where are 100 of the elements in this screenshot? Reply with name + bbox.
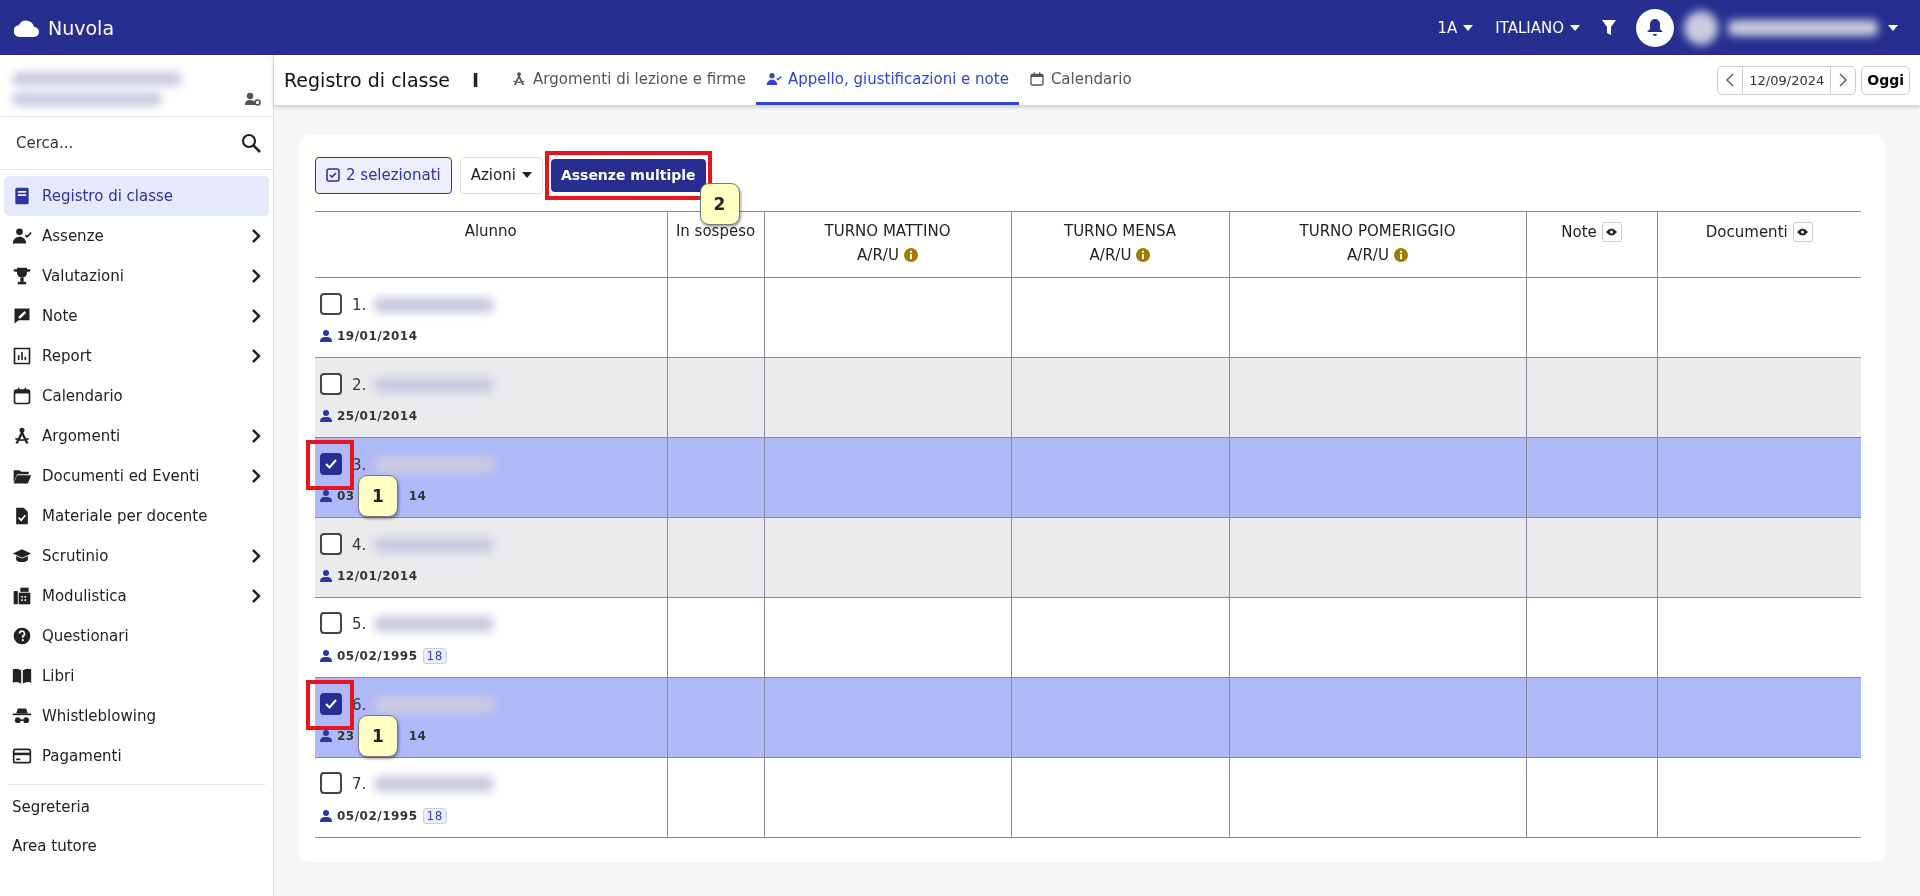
today-button[interactable]: Oggi	[1861, 65, 1910, 95]
column-header: In sospeso	[675, 222, 756, 240]
sidebar-item[interactable]: Note	[4, 296, 269, 336]
selection-button[interactable]: 2 selezionati	[315, 156, 452, 194]
person-icon	[320, 569, 332, 582]
row-checkbox[interactable]	[320, 452, 342, 475]
sidebar-item[interactable]: Calendario	[4, 376, 269, 416]
row-checkbox[interactable]	[320, 372, 342, 395]
column-subheader: A/R/U	[1089, 246, 1132, 264]
sidebar-item[interactable]: Materiale per docente	[4, 496, 269, 536]
row-checkbox[interactable]	[320, 692, 342, 715]
column-header: Note	[1561, 223, 1597, 241]
column-header: TURNO MENSA	[1063, 222, 1177, 240]
sidebar-item[interactable]: Report	[4, 336, 269, 376]
caret-icon	[1888, 24, 1898, 31]
birth-date: 23	[337, 728, 355, 743]
sidebar-link[interactable]: Area tutore	[8, 826, 265, 865]
sidebar-item[interactable]: Pagamenti	[4, 736, 269, 776]
person-icon	[320, 409, 332, 422]
row-checkbox[interactable]	[320, 771, 342, 794]
person-icon	[320, 329, 332, 342]
column-header: Alunno	[464, 222, 517, 240]
date-value: 12/09/2024	[1742, 66, 1832, 94]
info-icon[interactable]	[1136, 248, 1151, 262]
column-header: Documenti	[1705, 223, 1788, 241]
class-selector[interactable]: 1A	[1437, 18, 1474, 37]
chevron-right-icon	[251, 588, 261, 604]
user-check-icon	[765, 70, 782, 87]
actions-dropdown[interactable]: Azioni	[459, 156, 543, 194]
compass-icon	[511, 70, 528, 87]
caret-icon	[521, 172, 532, 178]
age-tag: 18	[422, 647, 447, 664]
birth-date: 19/01/2014	[337, 328, 418, 343]
chevron-right-icon	[251, 228, 261, 244]
chevron-right-icon	[251, 348, 261, 364]
chevron-right-icon	[251, 468, 261, 484]
sidebar-item-label: Whistleblowing	[42, 707, 157, 725]
row-checkbox[interactable]	[320, 292, 342, 315]
column-subheader: A/R/U	[1347, 246, 1389, 264]
sidebar-item-label: Assenze	[42, 227, 105, 245]
student-number: 7.	[352, 774, 367, 793]
eye-toggle[interactable]	[1601, 222, 1622, 242]
info-icon[interactable]	[1393, 248, 1408, 262]
sidebar-item[interactable]: Valutazioni	[4, 256, 269, 296]
row-checkbox[interactable]	[320, 611, 342, 634]
bell-icon	[1647, 18, 1663, 37]
sidebar-item[interactable]: Assenze	[4, 216, 269, 256]
notifications-button[interactable]	[1636, 8, 1674, 47]
chevron-right-icon	[251, 548, 261, 564]
sidebar-item-label: Questionari	[42, 627, 130, 645]
sidebar-item[interactable]: Questionari	[4, 616, 269, 656]
sidebar-item-label: Note	[42, 307, 79, 325]
sidebar-item[interactable]: Documenti ed Eventi	[4, 456, 269, 496]
title-separator: I	[472, 69, 480, 91]
caret-icon	[1463, 24, 1474, 31]
checkbox-icon	[326, 168, 340, 182]
language-selector[interactable]: ITALIANO	[1495, 18, 1580, 37]
student-number: 2.	[352, 375, 367, 394]
sidebar-item[interactable]: Whistleblowing	[4, 696, 269, 736]
sidebar-item-label: Modulistica	[42, 587, 128, 605]
row-checkbox[interactable]	[320, 532, 342, 555]
multiple-absences-button[interactable]: Assenze multiple	[550, 158, 706, 192]
step-marker: 1	[358, 474, 398, 517]
birth-date: 05/02/1995	[337, 808, 418, 823]
user-gear-icon[interactable]	[245, 92, 261, 106]
tab[interactable]: Appello, giustificazioni e note	[755, 55, 1019, 105]
eye-toggle[interactable]	[1792, 222, 1813, 242]
tab[interactable]: Calendario	[1018, 55, 1142, 105]
chevron-right-icon	[251, 268, 261, 284]
search-field[interactable]: Cerca...	[14, 133, 241, 153]
sidebar-item-label: Report	[42, 347, 93, 365]
chevron-left-icon	[1726, 73, 1735, 87]
caret-icon	[1570, 24, 1580, 31]
search-icon[interactable]	[241, 133, 261, 153]
step-marker: 2	[699, 182, 740, 225]
tab[interactable]: Argomenti di lezione e firme	[501, 55, 756, 105]
birth-date: 12/01/2014	[337, 568, 418, 583]
sidebar-item-label: Argomenti	[42, 427, 122, 445]
step-marker: 1	[358, 714, 398, 757]
birth-date: 05/02/1995	[337, 648, 418, 663]
birth-date: 25/01/2014	[337, 408, 418, 423]
highlight-frame	[306, 439, 354, 490]
filter-icon[interactable]	[1602, 20, 1616, 35]
user-check-icon	[12, 226, 32, 246]
sidebar-item[interactable]: Modulistica	[4, 576, 269, 616]
sidebar-item[interactable]: Libri	[4, 656, 269, 696]
calendar-icon	[12, 386, 32, 406]
page-title: Registro di classe	[284, 69, 451, 91]
fax-icon	[12, 586, 32, 606]
sidebar-item[interactable]: Registro di classe	[4, 176, 269, 216]
sidebar-item[interactable]: Scrutinio	[4, 536, 269, 576]
student-number: 4.	[352, 535, 367, 554]
column-subheader: A/R/U	[857, 246, 899, 264]
chevron-right-icon	[1839, 73, 1848, 87]
birth-date: 14	[408, 488, 427, 503]
info-icon[interactable]	[903, 248, 918, 262]
sidebar-link[interactable]: Segreteria	[8, 787, 265, 826]
sidebar-item[interactable]: Argomenti	[4, 416, 269, 456]
avatar[interactable]	[1684, 10, 1718, 45]
card-icon	[12, 746, 32, 766]
